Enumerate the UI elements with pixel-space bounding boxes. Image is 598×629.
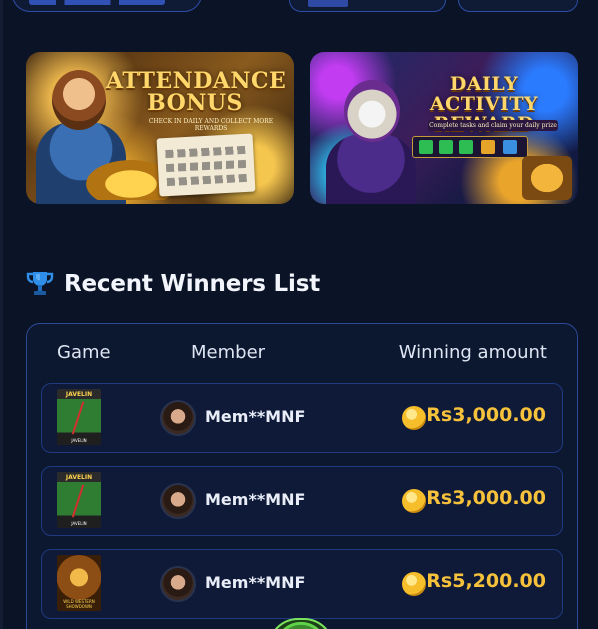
game-thumbnail-footer: WILD WESTERN SHOWDOWN — [63, 599, 95, 609]
avatar — [160, 566, 196, 602]
coin-icon — [402, 489, 426, 513]
game-thumbnail-footer: JAVELIN — [71, 521, 87, 526]
coin-icon — [402, 572, 426, 596]
table-row[interactable]: JAVELIN JAVELIN Mem**MNF Rs3,000.00 — [41, 466, 563, 536]
winning-amount: Rs3,000.00 — [426, 404, 546, 426]
calendar-card-illustration — [156, 133, 256, 197]
recent-winners-heading: Recent Winners List — [24, 268, 320, 300]
winning-amount: Rs3,000.00 — [426, 487, 546, 509]
wizard-head-illustration — [344, 80, 400, 142]
top-action-button-1[interactable] — [289, 0, 446, 12]
table-row[interactable]: WILD WESTERN SHOWDOWN Mem**MNF Rs5,200.0… — [41, 549, 563, 619]
avatar — [160, 483, 196, 519]
winning-amount: Rs5,200.00 — [426, 570, 546, 592]
banner-subtitle: Complete tasks and claim your daily priz… — [428, 120, 558, 131]
game-thumbnail-label: JAVELIN — [65, 474, 93, 481]
top-logo-pill[interactable] — [12, 0, 202, 12]
game-thumbnail-footer: JAVELIN — [71, 438, 87, 443]
coin-icon — [402, 406, 426, 430]
avatar — [160, 400, 196, 436]
page: ATTENDANCE BONUS CHECK IN DAILY AND COLL… — [0, 0, 598, 629]
top-bar — [0, 0, 598, 12]
game-thumbnail-label: JAVELIN — [65, 391, 93, 398]
game-thumbnail-javelin[interactable]: JAVELIN JAVELIN — [57, 472, 101, 528]
section-title: Recent Winners List — [64, 271, 320, 297]
member-name: Mem**MNF — [205, 490, 306, 509]
mascot-head-illustration — [52, 70, 106, 130]
column-header-amount: Winning amount — [398, 342, 547, 363]
treasure-chest-illustration — [522, 156, 572, 200]
winners-table: Game Member Winning amount JAVELIN JAVEL… — [26, 323, 578, 629]
attendance-bonus-banner[interactable]: ATTENDANCE BONUS CHECK IN DAILY AND COLL… — [26, 52, 294, 204]
banner-title: ATTENDANCE BONUS — [106, 68, 287, 116]
table-row[interactable]: JAVELIN JAVELIN Mem**MNF Rs3,000.00 — [41, 383, 563, 453]
banner-subtitle: CHECK IN DAILY AND COLLECT MORE REWARDS — [148, 118, 274, 132]
member-name: Mem**MNF — [205, 407, 306, 426]
game-thumbnail-javelin[interactable]: JAVELIN JAVELIN — [57, 389, 101, 445]
member-name: Mem**MNF — [205, 573, 306, 592]
top-button-icon — [308, 0, 348, 7]
reward-progress-strip — [412, 136, 528, 158]
column-header-member: Member — [191, 342, 266, 363]
wizard-body-illustration — [326, 134, 416, 204]
left-edge-divider — [0, 0, 3, 629]
game-thumbnail-western[interactable]: WILD WESTERN SHOWDOWN — [57, 555, 101, 611]
top-action-button-2[interactable] — [458, 0, 578, 12]
logo-icon — [29, 0, 165, 5]
column-header-game: Game — [57, 342, 111, 363]
daily-activity-reward-banner[interactable]: DAILY ACTIVITY REWARD Complete tasks and… — [310, 52, 578, 204]
trophy-icon — [26, 272, 54, 295]
